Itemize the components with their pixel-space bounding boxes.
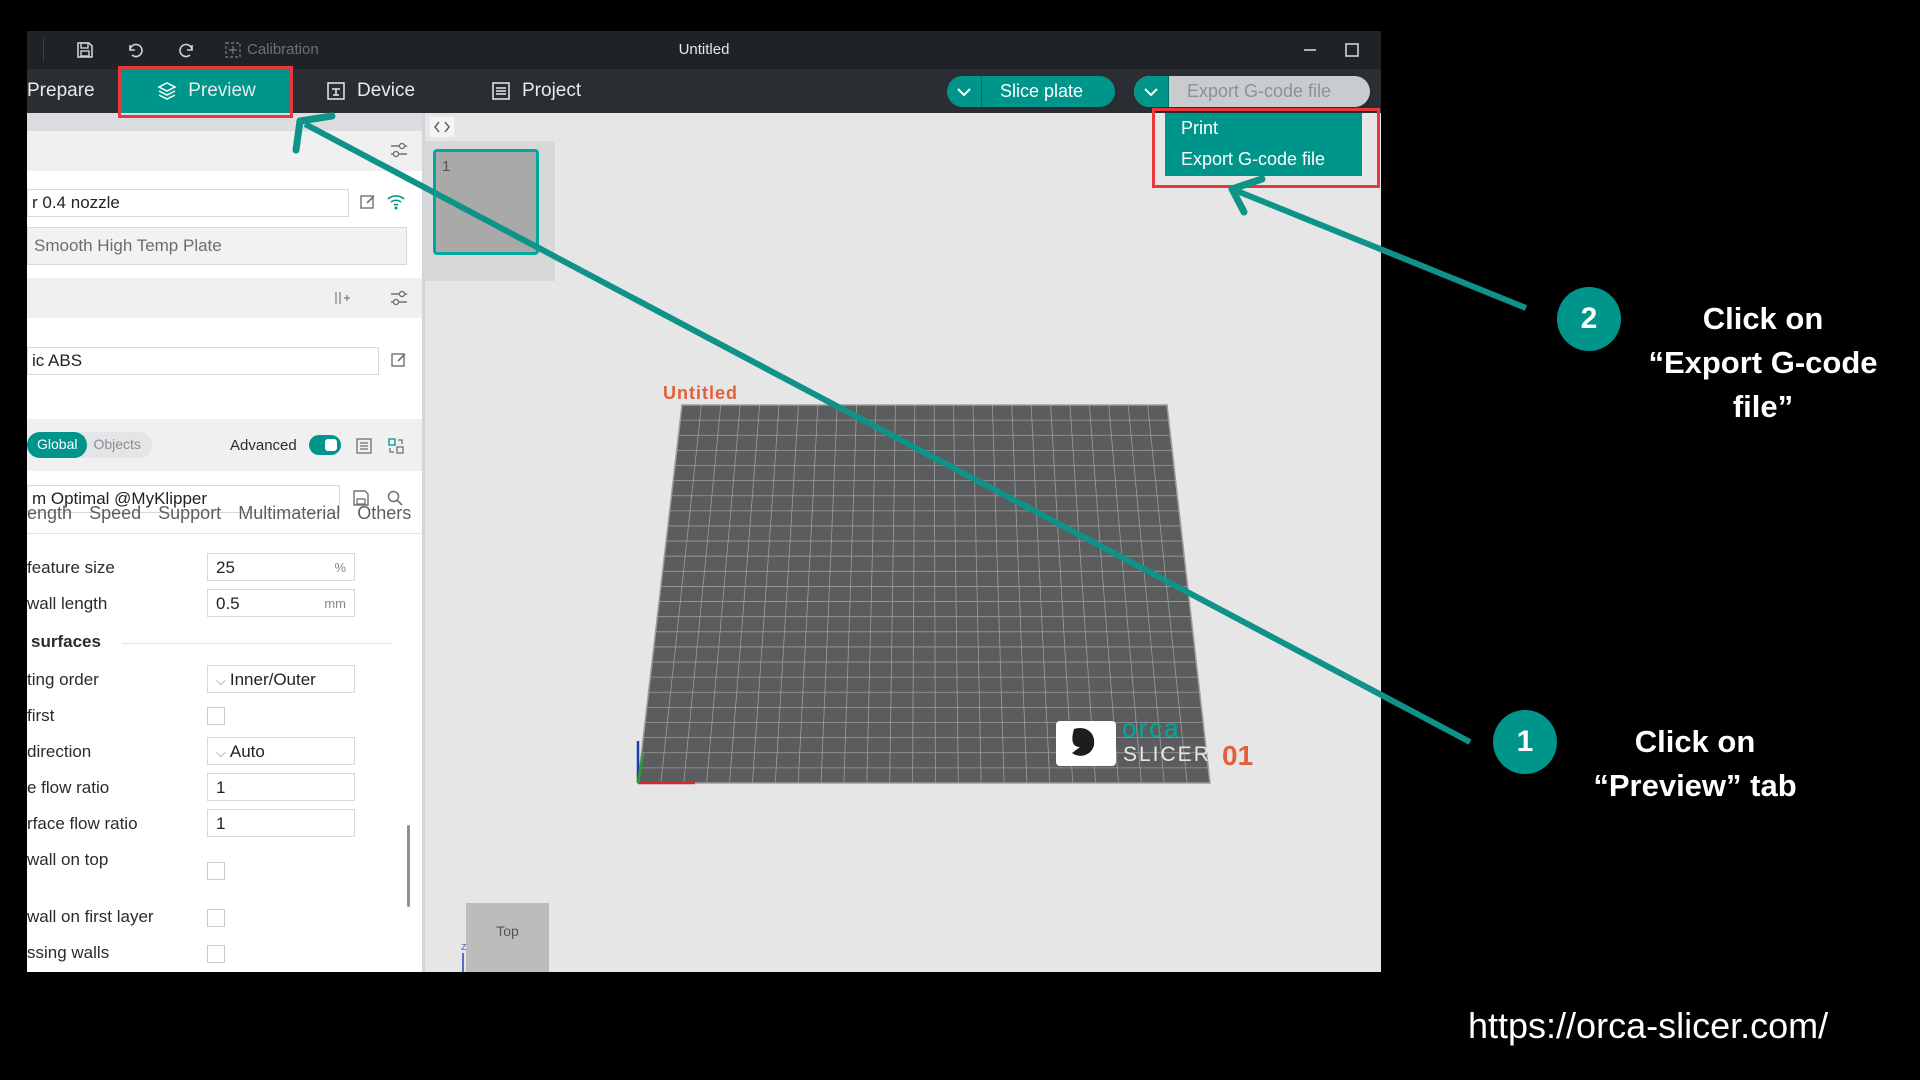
step-2-line-2: “Export G-code xyxy=(1648,345,1878,380)
website-url: https://orca-slicer.com/ xyxy=(1468,1005,1829,1046)
step-1-note: Click on “Preview” tab xyxy=(1560,720,1830,808)
step-2-note: Click on “Export G-code file” xyxy=(1628,297,1898,429)
arrow-to-export xyxy=(1235,188,1528,311)
step-1-badge: 1 xyxy=(1493,710,1557,774)
step-2-line-1: Click on xyxy=(1702,301,1824,336)
step-2-badge: 2 xyxy=(1557,287,1621,351)
tutorial-arrows xyxy=(292,112,1528,745)
step-1-line-1: Click on xyxy=(1634,724,1756,759)
step-1-line-2: “Preview” tab xyxy=(1593,768,1797,803)
step-2-line-3: file” xyxy=(1732,389,1794,424)
